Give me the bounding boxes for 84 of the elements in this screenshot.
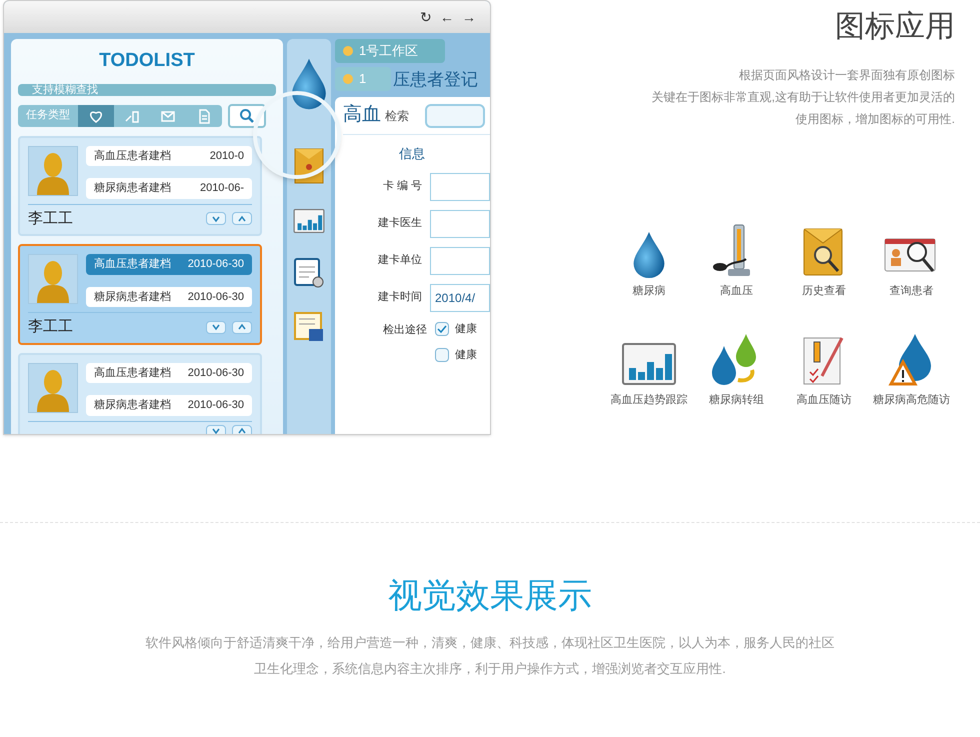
toolbar-button[interactable]: →: [462, 10, 476, 24]
task-title: 糖尿病患者建档: [94, 290, 171, 304]
checkbox-label: 健康: [455, 348, 477, 363]
icon-label: 历史查看: [802, 284, 846, 299]
task-date: 2010-06-30: [188, 290, 244, 304]
task-card[interactable]: 高血压患者建档 2010-06-30 糖尿病患者建档 2010-06-30: [18, 352, 262, 434]
avatar-icon: [28, 146, 78, 196]
task-row[interactable]: 高血压患者建档 2010-06-30: [86, 362, 252, 383]
avatar-icon: [28, 254, 78, 304]
icon-label: 糖尿病转组: [708, 392, 764, 408]
person-name: 李工工: [28, 317, 73, 337]
icon-label: 糖尿病: [632, 284, 666, 299]
chevron-up-icon: [238, 214, 246, 223]
search-button[interactable]: [228, 104, 266, 128]
expand-button[interactable]: [206, 424, 226, 434]
task-date: 2010-06-: [200, 181, 244, 196]
task-title: 糖尿病患者建档: [94, 180, 171, 196]
field-label: 建卡医生: [377, 216, 422, 232]
section-title: 信息: [398, 145, 426, 163]
checkbox-label: 健康: [455, 322, 477, 336]
expand-button[interactable]: [206, 320, 226, 334]
section-title: 视觉效果展示: [388, 579, 592, 613]
icon-label: 高血压趋势跟踪: [610, 392, 688, 408]
chevron-down-icon: [212, 323, 220, 332]
icon-label: 高血压: [720, 284, 753, 299]
form-heading: 高血: [343, 103, 381, 128]
collapse-button[interactable]: [232, 424, 252, 434]
task-title: 高血压患者建档: [94, 366, 171, 380]
search-label: 检索: [385, 108, 409, 124]
section-title: 图标应用: [835, 12, 955, 42]
bar-chart-icon: [293, 207, 325, 235]
checkbox[interactable]: [435, 322, 449, 336]
input-field[interactable]: [430, 172, 490, 200]
task-date: 2010-06-30: [188, 398, 244, 413]
form-search-field[interactable]: [425, 104, 485, 128]
task-title: 高血压患者建档: [94, 256, 171, 272]
check-icon: [436, 322, 448, 335]
task-card[interactable]: 高血压患者建档 2010-0 糖尿病患者建档 2010-06- 李工工: [18, 136, 262, 236]
description-line: 软件风格倾向于舒适清爽干净，给用户营造一种，清爽，健康、科技感，体现社区卫生医院，以人为本，服务人民的社区: [146, 634, 834, 652]
document-gear-icon: [293, 257, 325, 289]
field-label: 建卡单位: [377, 253, 422, 268]
page-title: 压患者登记: [393, 69, 479, 91]
expand-button[interactable]: [206, 212, 226, 226]
task-card[interactable]: 高血压患者建档 2010-06-30 糖尿病患者建档 2010-06-30 李工工: [18, 244, 262, 344]
search-icon: [239, 108, 255, 124]
task-row[interactable]: 高血压患者建档 2010-0: [86, 146, 252, 166]
description-line: 卫生化理念，系统信息内容主次排序，利于用户操作方式，增强浏览者交互应用性.: [254, 660, 726, 678]
panel-title: TODOLIST: [98, 49, 196, 73]
avatar-icon: [28, 362, 78, 412]
person-name: 李工工: [28, 208, 73, 228]
input-field[interactable]: 2010/4/: [430, 284, 490, 312]
toolbar-button[interactable]: ←: [440, 10, 454, 24]
search-field[interactable]: 支持模糊查找: [18, 84, 276, 96]
task-row[interactable]: 糖尿病患者建档 2010-06-30: [86, 395, 252, 416]
task-date: 2010-0: [210, 148, 244, 164]
task-date: 2010-06-30: [188, 257, 244, 272]
toolbar-button[interactable]: ↻: [420, 10, 432, 24]
chevron-up-icon: [238, 427, 246, 434]
field-label: 检出途径: [382, 322, 427, 338]
chevron-up-icon: [238, 323, 246, 332]
task-type-label: 任务类型: [25, 108, 71, 124]
icon-label: 糖尿病高危随访: [872, 392, 950, 408]
word-document-icon: [293, 311, 325, 343]
description-line: 关键在于图标非常直观,这有助于让软件使用者更加灵活的: [652, 89, 955, 106]
task-title: 高血压患者建档: [94, 148, 171, 164]
icon-label: 查询患者: [889, 284, 934, 299]
input-field[interactable]: [430, 210, 490, 238]
field-label: 建卡时间: [377, 290, 422, 306]
task-type-tab[interactable]: [78, 104, 114, 126]
chevron-down-icon: [212, 427, 220, 434]
collapse-button[interactable]: [232, 320, 252, 334]
task-row[interactable]: 高血压患者建档 2010-06-30: [86, 254, 252, 274]
task-row[interactable]: 糖尿病患者建档 2010-06-: [86, 178, 252, 198]
input-field[interactable]: [430, 246, 490, 274]
task-title: 糖尿病患者建档: [94, 398, 171, 413]
description-line: 使用图标，增加图标的可用性.: [796, 111, 955, 128]
task-date: 2010-06-30: [188, 366, 244, 380]
field-label: 卡 编 号: [382, 179, 422, 194]
icon-label: 高血压随访: [796, 392, 852, 408]
task-row[interactable]: 糖尿病患者建档 2010-06-30: [86, 286, 252, 307]
collapse-button[interactable]: [232, 212, 252, 226]
checkbox[interactable]: [435, 348, 449, 362]
chevron-down-icon: [212, 214, 220, 223]
description-line: 根据页面风格设计一套界面独有原创图标: [739, 67, 955, 84]
